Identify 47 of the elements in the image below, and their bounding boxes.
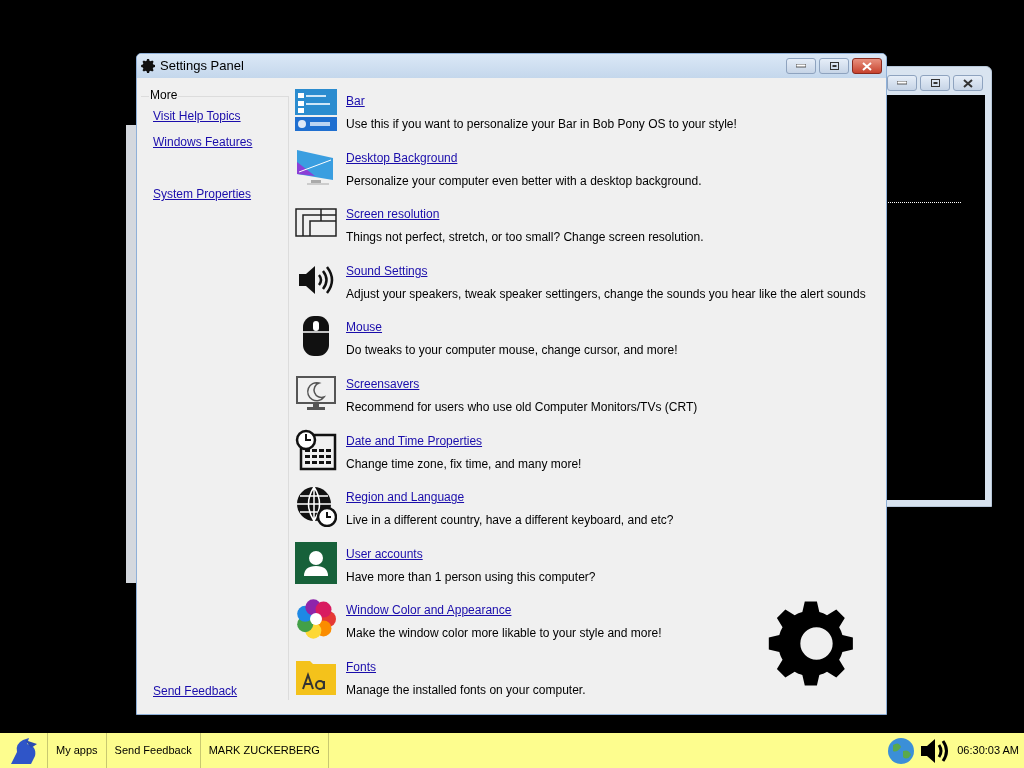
setting-link[interactable]: Screensavers (346, 374, 420, 393)
setting-description: Do tweaks to your computer mouse, change cursor, and more! (346, 342, 678, 360)
sidebar-link[interactable]: Windows Features (153, 133, 288, 151)
setting-link[interactable]: Mouse (346, 318, 383, 337)
color-gear-icon (295, 598, 337, 641)
setting-link[interactable]: Region and Language (346, 488, 465, 507)
setting-description: Have more than 1 person using this computer? (346, 568, 596, 586)
setting-description: Manage the installed fonts on your computer. (346, 681, 586, 699)
setting-description: Change time zone, fix time, and many more! (346, 455, 582, 473)
setting-description: Recommend for users who use old Computer Monitors/TVs (CRT) (346, 398, 698, 416)
setting-description: Make the window color more likable to your style and more! (346, 625, 662, 643)
setting-link[interactable]: Date and Time Properties (346, 431, 483, 450)
sidebar-link[interactable]: Visit Help Topics (153, 107, 288, 125)
gear-icon (141, 58, 157, 74)
close-button[interactable] (953, 75, 983, 91)
globe-clock-icon (295, 485, 337, 528)
sidebar-heading: More (149, 88, 179, 102)
setting-link[interactable]: Bar (346, 92, 365, 110)
setting-link[interactable]: Screen resolution (346, 205, 440, 224)
taskbar-button[interactable]: My apps (48, 733, 107, 768)
sidebar-link[interactable]: System Properties (153, 185, 288, 203)
window-title: Settings Panel (160, 57, 245, 76)
setting-link[interactable]: Fonts (346, 657, 376, 676)
setting-description: Things not perfect, stretch, or too small? Change screen resolution. (346, 229, 704, 247)
calendar-clock-icon (295, 428, 337, 471)
setting-link[interactable]: Sound Settings (346, 261, 428, 280)
close-button[interactable] (852, 58, 882, 74)
setting-link[interactable]: User accounts (346, 544, 423, 563)
setting-description: Personalize your computer even better with a desktop background. (346, 172, 702, 190)
maximize-icon (930, 79, 940, 87)
minimize-icon (796, 64, 806, 68)
setting-description: Adjust your speakers, tweak speaker settingers, change the sounds you hear like the alert sounds (346, 285, 866, 303)
close-icon (963, 78, 973, 88)
maximize-button[interactable] (920, 75, 950, 91)
user-icon (295, 541, 337, 584)
maximize-icon (829, 62, 839, 70)
taskbar-button[interactable]: MARK ZUCKERBERG (200, 733, 329, 768)
setting-link[interactable]: Desktop Background (346, 148, 458, 167)
setting-description: Use this if you want to personalize your Bar in Bob Pony OS to your style! (346, 116, 737, 133)
setting-description: Live in a different country, have a different keyboard, and etc? (346, 512, 674, 530)
maximize-button[interactable] (819, 58, 849, 74)
minimize-icon (897, 81, 907, 85)
setting-link[interactable]: Window Color and Appearance (346, 601, 512, 620)
close-icon (862, 61, 872, 71)
clock: 06:30:03 AM (957, 743, 1019, 759)
taskbar-button[interactable]: Send Feedback (106, 733, 201, 768)
sidebar-link[interactable]: Send Feedback (141, 682, 288, 700)
